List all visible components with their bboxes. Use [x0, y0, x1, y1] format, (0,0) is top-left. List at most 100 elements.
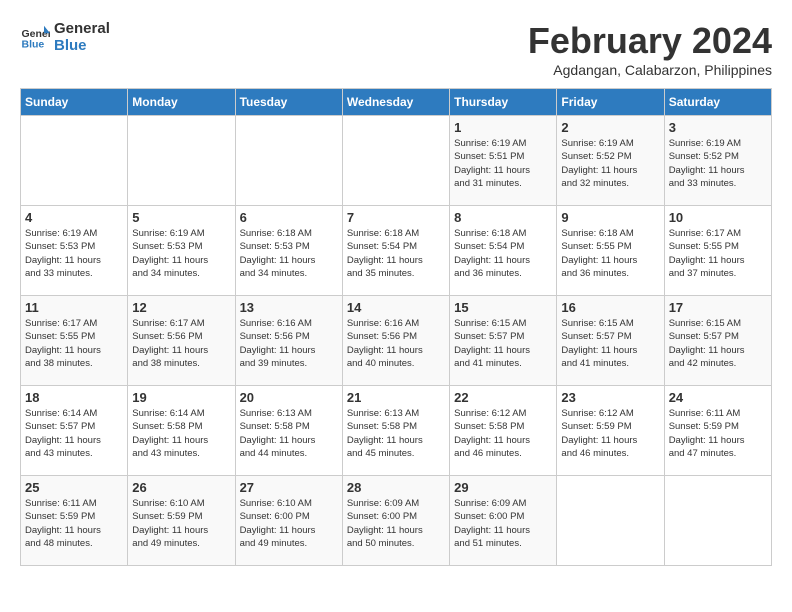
- day-info: Sunrise: 6:19 AM Sunset: 5:53 PM Dayligh…: [25, 227, 123, 280]
- calendar-day-cell: 5 Sunrise: 6:19 AM Sunset: 5:53 PM Daylig…: [128, 206, 235, 296]
- day-info: Sunrise: 6:13 AM Sunset: 5:58 PM Dayligh…: [347, 407, 445, 460]
- day-number: 11: [25, 300, 123, 315]
- day-number: 9: [561, 210, 659, 225]
- day-number: 28: [347, 480, 445, 495]
- day-info: Sunrise: 6:18 AM Sunset: 5:53 PM Dayligh…: [240, 227, 338, 280]
- day-info: Sunrise: 6:17 AM Sunset: 5:55 PM Dayligh…: [669, 227, 767, 280]
- day-number: 6: [240, 210, 338, 225]
- day-info: Sunrise: 6:15 AM Sunset: 5:57 PM Dayligh…: [561, 317, 659, 370]
- calendar-day-cell: 26 Sunrise: 6:10 AM Sunset: 5:59 PM Dayli…: [128, 476, 235, 566]
- day-info: Sunrise: 6:11 AM Sunset: 5:59 PM Dayligh…: [25, 497, 123, 550]
- day-number: 27: [240, 480, 338, 495]
- day-number: 29: [454, 480, 552, 495]
- day-number: 21: [347, 390, 445, 405]
- day-number: 24: [669, 390, 767, 405]
- day-info: Sunrise: 6:12 AM Sunset: 5:59 PM Dayligh…: [561, 407, 659, 460]
- title-area: February 2024 Agdangan, Calabarzon, Phil…: [528, 20, 772, 78]
- day-number: 17: [669, 300, 767, 315]
- day-number: 8: [454, 210, 552, 225]
- calendar-day-cell: 14 Sunrise: 6:16 AM Sunset: 5:56 PM Dayli…: [342, 296, 449, 386]
- calendar-day-cell: 12 Sunrise: 6:17 AM Sunset: 5:56 PM Dayli…: [128, 296, 235, 386]
- day-info: Sunrise: 6:17 AM Sunset: 5:56 PM Dayligh…: [132, 317, 230, 370]
- day-info: Sunrise: 6:11 AM Sunset: 5:59 PM Dayligh…: [669, 407, 767, 460]
- day-info: Sunrise: 6:15 AM Sunset: 5:57 PM Dayligh…: [669, 317, 767, 370]
- day-info: Sunrise: 6:10 AM Sunset: 5:59 PM Dayligh…: [132, 497, 230, 550]
- day-info: Sunrise: 6:18 AM Sunset: 5:55 PM Dayligh…: [561, 227, 659, 280]
- calendar-day-cell: 9 Sunrise: 6:18 AM Sunset: 5:55 PM Daylig…: [557, 206, 664, 296]
- day-info: Sunrise: 6:19 AM Sunset: 5:53 PM Dayligh…: [132, 227, 230, 280]
- day-number: 2: [561, 120, 659, 135]
- calendar-week-row: 1Sunrise: 6:19 AM Sunset: 5:51 PM Daylig…: [21, 116, 772, 206]
- day-number: 4: [25, 210, 123, 225]
- day-number: 19: [132, 390, 230, 405]
- calendar-day-cell: 10Sunrise: 6:17 AM Sunset: 5:55 PM Dayli…: [664, 206, 771, 296]
- calendar-day-cell: 6 Sunrise: 6:18 AM Sunset: 5:53 PM Daylig…: [235, 206, 342, 296]
- day-info: Sunrise: 6:16 AM Sunset: 5:56 PM Dayligh…: [240, 317, 338, 370]
- calendar-day-cell: 23 Sunrise: 6:12 AM Sunset: 5:59 PM Dayli…: [557, 386, 664, 476]
- calendar-week-row: 4 Sunrise: 6:19 AM Sunset: 5:53 PM Daylig…: [21, 206, 772, 296]
- weekday-header-cell: Thursday: [450, 89, 557, 116]
- logo-general: General: [54, 20, 110, 37]
- weekday-header-cell: Wednesday: [342, 89, 449, 116]
- calendar-day-cell: 19 Sunrise: 6:14 AM Sunset: 5:58 PM Dayli…: [128, 386, 235, 476]
- calendar-week-row: 11 Sunrise: 6:17 AM Sunset: 5:55 PM Dayli…: [21, 296, 772, 386]
- calendar-day-cell: 24 Sunrise: 6:11 AM Sunset: 5:59 PM Dayli…: [664, 386, 771, 476]
- day-info: Sunrise: 6:14 AM Sunset: 5:58 PM Dayligh…: [132, 407, 230, 460]
- day-info: Sunrise: 6:19 AM Sunset: 5:51 PM Dayligh…: [454, 137, 552, 190]
- day-info: Sunrise: 6:19 AM Sunset: 5:52 PM Dayligh…: [669, 137, 767, 190]
- calendar-day-cell: 3Sunrise: 6:19 AM Sunset: 5:52 PM Daylig…: [664, 116, 771, 206]
- day-number: 20: [240, 390, 338, 405]
- day-info: Sunrise: 6:15 AM Sunset: 5:57 PM Dayligh…: [454, 317, 552, 370]
- svg-text:Blue: Blue: [22, 39, 45, 51]
- calendar-day-cell: 29Sunrise: 6:09 AM Sunset: 6:00 PM Dayli…: [450, 476, 557, 566]
- calendar-day-cell: 16 Sunrise: 6:15 AM Sunset: 5:57 PM Dayli…: [557, 296, 664, 386]
- calendar-day-cell: [557, 476, 664, 566]
- calendar-day-cell: [664, 476, 771, 566]
- calendar-day-cell: 4 Sunrise: 6:19 AM Sunset: 5:53 PM Daylig…: [21, 206, 128, 296]
- calendar-day-cell: 7Sunrise: 6:18 AM Sunset: 5:54 PM Daylig…: [342, 206, 449, 296]
- weekday-header-cell: Saturday: [664, 89, 771, 116]
- day-number: 16: [561, 300, 659, 315]
- calendar-day-cell: 15 Sunrise: 6:15 AM Sunset: 5:57 PM Dayli…: [450, 296, 557, 386]
- calendar-day-cell: 11 Sunrise: 6:17 AM Sunset: 5:55 PM Dayli…: [21, 296, 128, 386]
- month-title: February 2024: [528, 20, 772, 62]
- day-number: 18: [25, 390, 123, 405]
- calendar-day-cell: [21, 116, 128, 206]
- calendar-day-cell: 18 Sunrise: 6:14 AM Sunset: 5:57 PM Dayli…: [21, 386, 128, 476]
- logo-blue: Blue: [54, 37, 110, 54]
- day-info: Sunrise: 6:18 AM Sunset: 5:54 PM Dayligh…: [454, 227, 552, 280]
- logo: General Blue General Blue: [20, 20, 110, 54]
- day-number: 7: [347, 210, 445, 225]
- weekday-header-cell: Friday: [557, 89, 664, 116]
- day-number: 26: [132, 480, 230, 495]
- day-number: 5: [132, 210, 230, 225]
- day-info: Sunrise: 6:16 AM Sunset: 5:56 PM Dayligh…: [347, 317, 445, 370]
- day-number: 25: [25, 480, 123, 495]
- day-number: 15: [454, 300, 552, 315]
- calendar-week-row: 18 Sunrise: 6:14 AM Sunset: 5:57 PM Dayli…: [21, 386, 772, 476]
- day-info: Sunrise: 6:12 AM Sunset: 5:58 PM Dayligh…: [454, 407, 552, 460]
- day-info: Sunrise: 6:14 AM Sunset: 5:57 PM Dayligh…: [25, 407, 123, 460]
- day-number: 12: [132, 300, 230, 315]
- day-info: Sunrise: 6:17 AM Sunset: 5:55 PM Dayligh…: [25, 317, 123, 370]
- calendar-day-cell: 8 Sunrise: 6:18 AM Sunset: 5:54 PM Daylig…: [450, 206, 557, 296]
- logo-icon: General Blue: [20, 22, 50, 52]
- calendar-week-row: 25 Sunrise: 6:11 AM Sunset: 5:59 PM Dayli…: [21, 476, 772, 566]
- day-info: Sunrise: 6:09 AM Sunset: 6:00 PM Dayligh…: [347, 497, 445, 550]
- weekday-header-cell: Monday: [128, 89, 235, 116]
- day-number: 23: [561, 390, 659, 405]
- calendar-day-cell: 27 Sunrise: 6:10 AM Sunset: 6:00 PM Dayli…: [235, 476, 342, 566]
- calendar-body: 1Sunrise: 6:19 AM Sunset: 5:51 PM Daylig…: [21, 116, 772, 566]
- calendar-day-cell: 1Sunrise: 6:19 AM Sunset: 5:51 PM Daylig…: [450, 116, 557, 206]
- day-info: Sunrise: 6:10 AM Sunset: 6:00 PM Dayligh…: [240, 497, 338, 550]
- day-number: 22: [454, 390, 552, 405]
- calendar-day-cell: 20Sunrise: 6:13 AM Sunset: 5:58 PM Dayli…: [235, 386, 342, 476]
- calendar-day-cell: 13Sunrise: 6:16 AM Sunset: 5:56 PM Dayli…: [235, 296, 342, 386]
- calendar-day-cell: [342, 116, 449, 206]
- calendar-day-cell: 22 Sunrise: 6:12 AM Sunset: 5:58 PM Dayli…: [450, 386, 557, 476]
- day-info: Sunrise: 6:19 AM Sunset: 5:52 PM Dayligh…: [561, 137, 659, 190]
- location: Agdangan, Calabarzon, Philippines: [528, 62, 772, 78]
- header: General Blue General Blue February 2024 …: [20, 20, 772, 78]
- weekday-header: SundayMondayTuesdayWednesdayThursdayFrid…: [21, 89, 772, 116]
- day-number: 14: [347, 300, 445, 315]
